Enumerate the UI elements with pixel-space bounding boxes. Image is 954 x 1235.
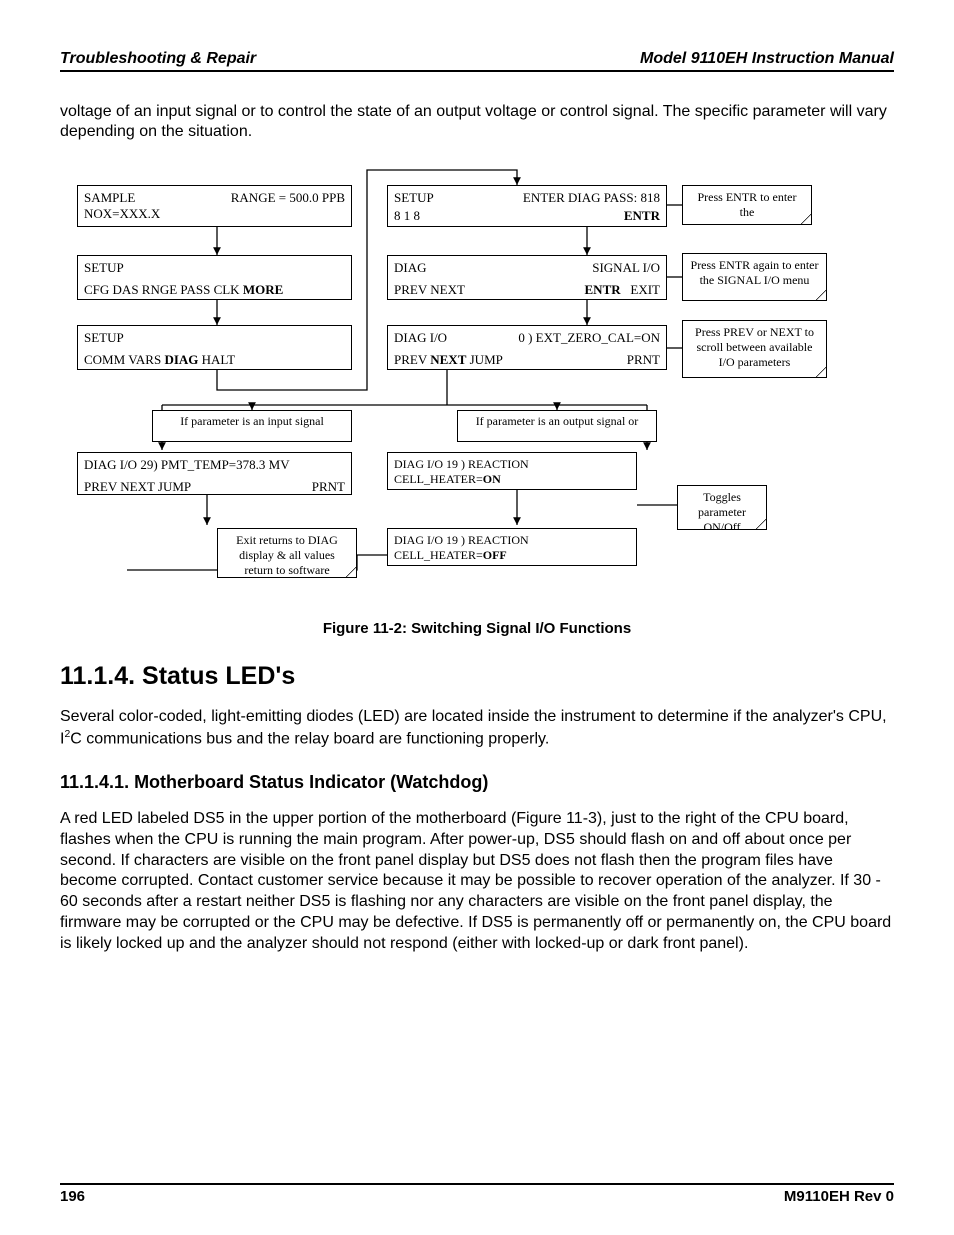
s5d: ENTR (585, 282, 621, 297)
decision-output: If parameter is an output signal or (457, 410, 657, 442)
header-left: Troubleshooting & Repair (60, 50, 256, 68)
s6f: PRNT (627, 352, 660, 368)
s8c: ON (483, 472, 501, 486)
s2b: CFG DAS RNGE PASS CLK (84, 282, 240, 297)
s3c: DIAG (164, 352, 198, 367)
s9a: DIAG I/O 19 ) REACTION (394, 533, 630, 548)
screen-heater-off: DIAG I/O 19 ) REACTION CELL_HEATER=OFF (387, 528, 637, 566)
d2: If parameter is an output signal or (476, 414, 639, 428)
intro-paragraph: voltage of an input signal or to control… (60, 102, 894, 142)
note-entr-again: Press ENTR again to enter the SIGNAL I/O… (682, 253, 827, 301)
s1b: RANGE = 500.0 PPB (231, 190, 345, 206)
screen-heater-on: DIAG I/O 19 ) REACTION CELL_HEATER=ON (387, 452, 637, 490)
page-footer: 196 M9110EH Rev 0 (60, 1183, 894, 1205)
s7c: PRNT (312, 479, 345, 495)
page-number: 196 (60, 1188, 85, 1205)
s3d: HALT (202, 352, 235, 367)
screen-pmt-temp: DIAG I/O 29) PMT_TEMP=378.3 MV PREV NEXT… (77, 452, 352, 495)
screen-diag-signal: DIAG SIGNAL I/O PREV NEXT ENTR EXIT (387, 255, 667, 300)
d1: If parameter is an input signal (180, 414, 324, 428)
s2a: SETUP (84, 260, 345, 276)
s5e: EXIT (630, 282, 660, 297)
subsection-paragraph: A red LED labeled DS5 in the upper porti… (60, 809, 894, 955)
s4d: ENTR (624, 208, 660, 224)
note-scroll: Press PREV or NEXT to scroll between ava… (682, 320, 827, 378)
s6b: 0 ) EXT_ZERO_CAL=ON (518, 330, 660, 346)
s5a: DIAG (394, 260, 427, 276)
header-right: Model 9110EH Instruction Manual (640, 50, 894, 68)
screen-setup2: SETUP COMM VARS DIAG HALT (77, 325, 352, 370)
s5c: PREV NEXT (394, 282, 465, 298)
s9c: OFF (483, 548, 507, 562)
screen-setup1: SETUP CFG DAS RNGE PASS CLK MORE (77, 255, 352, 300)
screen-diag-io-0: DIAG I/O 0 ) EXT_ZERO_CAL=ON PREV NEXT JU… (387, 325, 667, 370)
s6c: PREV (394, 352, 427, 367)
s6e: JUMP (470, 352, 503, 367)
s1c: NOX=XXX.X (84, 206, 345, 222)
page-header: Troubleshooting & Repair Model 9110EH In… (60, 50, 894, 72)
s6d: NEXT (430, 352, 466, 367)
note-exit: Exit returns to DIAG display & all value… (217, 528, 357, 578)
screen-pass: SETUP ENTER DIAG PASS: 818 8 1 8 ENTR (387, 185, 667, 227)
s7a: DIAG I/O 29) PMT_TEMP=378.3 MV (84, 457, 345, 473)
s6a: DIAG I/O (394, 330, 447, 346)
s8b: CELL_HEATER= (394, 472, 483, 486)
s9b: CELL_HEATER= (394, 548, 483, 562)
section-heading: 11.1.4. Status LED's (60, 662, 894, 691)
note-toggle: Toggles parameter ON/Off (677, 485, 767, 530)
s4c: 8 1 8 (394, 208, 420, 224)
subsection-heading: 11.1.4.1. Motherboard Status Indicator (… (60, 772, 894, 793)
s8a: DIAG I/O 19 ) REACTION (394, 457, 630, 472)
s7b: PREV NEXT JUMP (84, 479, 191, 495)
s5b: SIGNAL I/O (592, 260, 660, 276)
flow-diagram: SAMPLE RANGE = 500.0 PPB NOX=XXX.X SETUP … (67, 160, 887, 590)
s3b: COMM VARS (84, 352, 161, 367)
s3a: SETUP (84, 330, 345, 346)
note-entr: Press ENTR to enter the (682, 185, 812, 225)
figure-caption: Figure 11-2: Switching Signal I/O Functi… (60, 620, 894, 637)
section-paragraph: Several color-coded, light-emitting diod… (60, 707, 894, 750)
decision-input: If parameter is an input signal (152, 410, 352, 442)
s1a: SAMPLE (84, 190, 135, 206)
s4b: ENTER DIAG PASS: 818 (523, 190, 660, 206)
s4a: SETUP (394, 190, 434, 206)
doc-rev: M9110EH Rev 0 (784, 1188, 894, 1205)
screen-sample: SAMPLE RANGE = 500.0 PPB NOX=XXX.X (77, 185, 352, 227)
s2c: MORE (243, 282, 283, 297)
